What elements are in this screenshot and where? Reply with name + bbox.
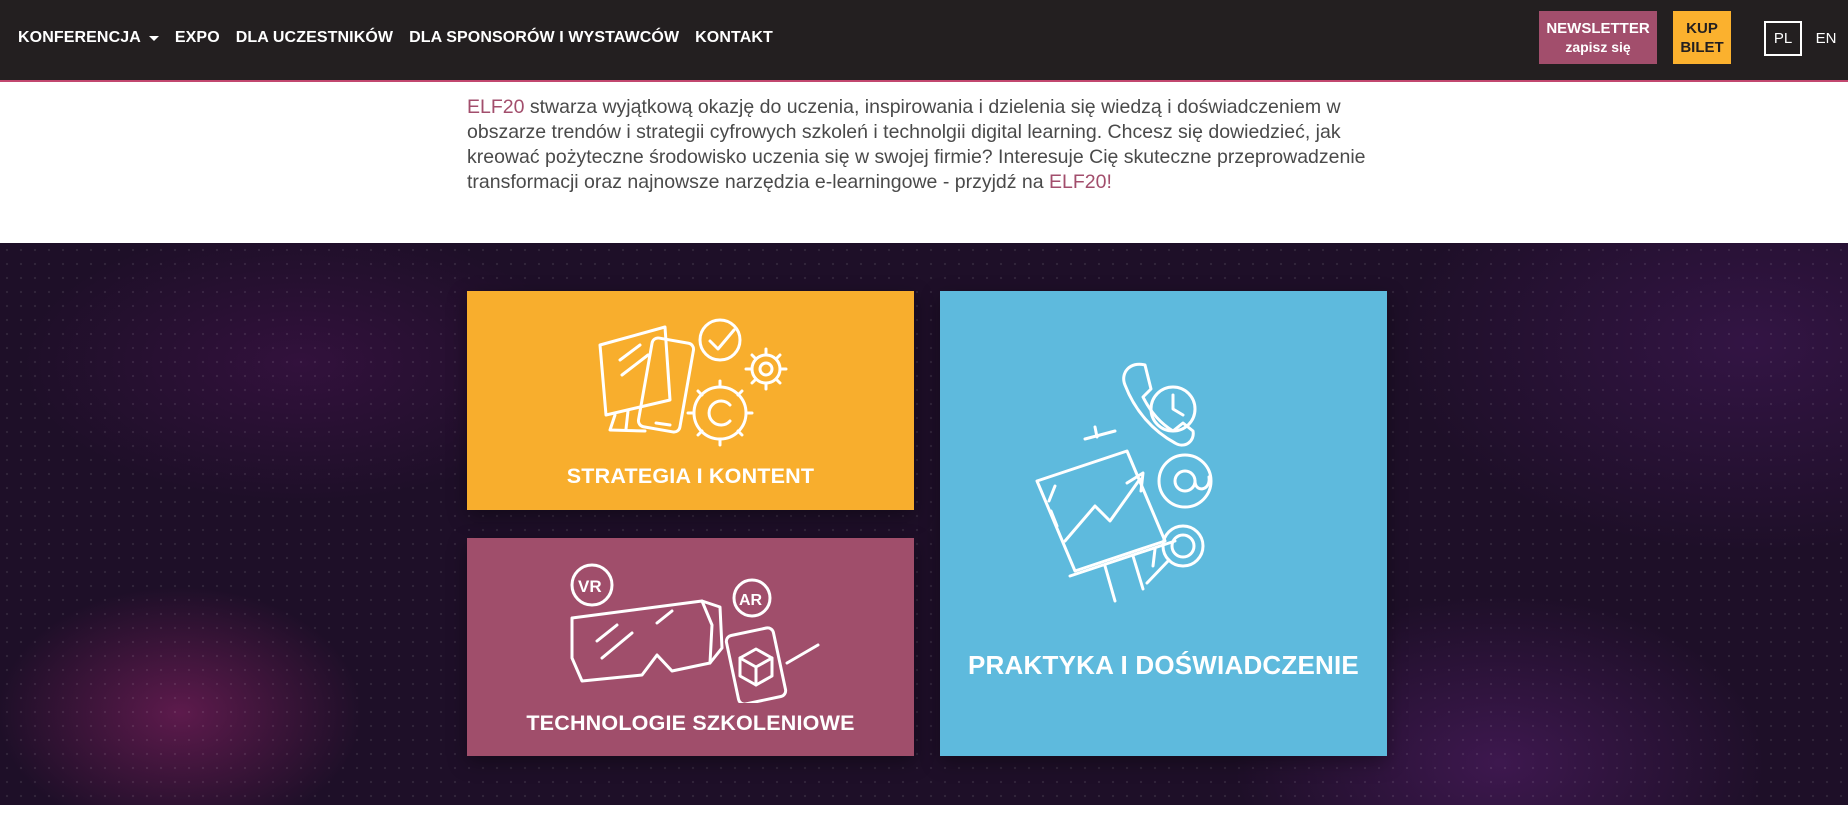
top-navbar: KONFERENCJA EXPO DLA UCZESTNIKÓW DLA SPO… bbox=[0, 0, 1848, 82]
tile-label: TECHNOLOGIE SZKOLENIOWE bbox=[526, 711, 855, 735]
nav-item-label: DLA SPONSORÓW I WYSTAWCÓW bbox=[409, 29, 680, 46]
intro-body: stwarza wyjątkową okazję do uczenia, ins… bbox=[467, 96, 1366, 193]
nav-item-kontakt[interactable]: KONTAKT bbox=[695, 29, 773, 47]
nav-item-konferencja[interactable]: KONFERENCJA bbox=[18, 29, 159, 47]
nav-item-expo[interactable]: EXPO bbox=[175, 29, 220, 47]
main-menu: KONFERENCJA EXPO DLA UCZESTNIKÓW DLA SPO… bbox=[18, 0, 773, 76]
brand-name-end: ELF20! bbox=[1049, 171, 1112, 193]
brand-name: ELF20 bbox=[467, 96, 525, 118]
language-pl-button[interactable]: PL bbox=[1764, 21, 1802, 56]
tile-technologie-szkoleniowe[interactable]: VR AR TECHNOLOGIE SZKOLENIOWE bbox=[467, 538, 914, 756]
background-dots bbox=[0, 243, 1848, 805]
tile-strategia-i-kontent[interactable]: STRATEGIA I KONTENT bbox=[467, 291, 914, 510]
tile-praktyka-i-doswiadczenie[interactable]: PRAKTYKA I DOŚWIADCZENIE bbox=[940, 291, 1387, 756]
newsletter-label: NEWSLETTER bbox=[1546, 19, 1650, 37]
nav-item-label: EXPO bbox=[174, 29, 220, 46]
nav-item-label: DLA UCZESTNIKÓW bbox=[235, 29, 394, 46]
tile-label: STRATEGIA I KONTENT bbox=[566, 464, 815, 488]
tile-label: PRAKTYKA I DOŚWIADCZENIE bbox=[968, 650, 1359, 680]
devices-gears-icon bbox=[598, 318, 788, 447]
nav-item-dla-uczestnikow[interactable]: DLA UCZESTNIKÓW bbox=[236, 29, 393, 47]
nav-item-label: KONFERENCJA bbox=[18, 29, 141, 46]
language-en-button[interactable]: EN bbox=[1812, 21, 1840, 56]
newsletter-button[interactable]: NEWSLETTER zapisz się bbox=[1539, 11, 1657, 64]
newsletter-sublabel: zapisz się bbox=[1565, 38, 1631, 55]
presentation-chart-icon bbox=[1035, 362, 1213, 603]
caret-down-icon bbox=[148, 35, 159, 41]
ticket-label-line1: KUP bbox=[1686, 19, 1718, 37]
intro-paragraph: ELF20 stwarza wyjątkową okazję do uczeni… bbox=[467, 95, 1387, 195]
svg-text:AR: AR bbox=[739, 592, 763, 609]
topics-section bbox=[0, 243, 1848, 805]
buy-ticket-button[interactable]: KUP BILET bbox=[1673, 11, 1731, 64]
vr-ar-icon: VR AR bbox=[570, 563, 820, 703]
svg-text:VR: VR bbox=[578, 577, 602, 596]
nav-item-label: KONTAKT bbox=[695, 29, 773, 46]
ticket-label-line2: BILET bbox=[1680, 38, 1724, 56]
nav-item-dla-sponsorow[interactable]: DLA SPONSORÓW I WYSTAWCÓW bbox=[409, 29, 679, 47]
